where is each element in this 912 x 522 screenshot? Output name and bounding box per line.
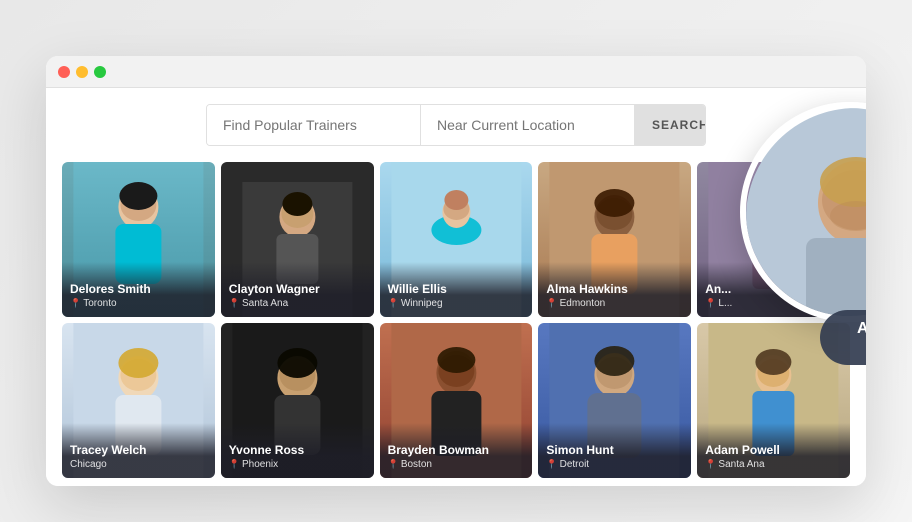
trainer-card-1[interactable]: Delores Smith 📍 Toronto (62, 162, 215, 317)
trainer-name-10: Adam Powell (705, 443, 842, 457)
featured-trainer-name: Andy Wells (840, 320, 866, 338)
pin-icon-8: 📍 (388, 459, 399, 470)
pin-icon-9: 📍 (546, 459, 557, 470)
trainer-location-8: 📍 Boston (388, 459, 525, 470)
trainer-location-6: Chicago (70, 459, 207, 470)
trainer-location-10: 📍 Santa Ana (705, 459, 842, 470)
pin-icon-1: 📍 (70, 298, 81, 309)
pin-icon-7: 📍 (229, 459, 240, 470)
trainer-card-3[interactable]: Willie Ellis 📍 Winnipeg (380, 162, 533, 317)
pin-icon-10: 📍 (705, 459, 716, 470)
featured-pin-icon: 📍 (864, 341, 866, 355)
trainer-location-4: 📍 Edmonton (546, 298, 683, 309)
pin-icon-5: 📍 (705, 298, 716, 309)
trainer-card-9[interactable]: Simon Hunt 📍 Detroit (538, 323, 691, 478)
trainer-card-7[interactable]: Yvonne Ross 📍 Phoenix (221, 323, 374, 478)
trainer-name-9: Simon Hunt (546, 443, 683, 457)
trainer-name-2: Clayton Wagner (229, 282, 366, 296)
trainer-name-8: Brayden Bowman (388, 443, 525, 457)
pin-icon-2: 📍 (229, 298, 240, 309)
trainer-card-6[interactable]: Tracey Welch Chicago (62, 323, 215, 478)
card-overlay-8: Brayden Bowman 📍 Boston (380, 423, 533, 478)
close-button[interactable] (58, 66, 70, 78)
pin-icon-4: 📍 (546, 298, 557, 309)
near-input[interactable] (421, 105, 634, 145)
trainer-name-6: Tracey Welch (70, 443, 207, 457)
search-bar: SEARCH (206, 104, 706, 146)
card-overlay-7: Yvonne Ross 📍 Phoenix (221, 423, 374, 478)
trainer-name-7: Yvonne Ross (229, 443, 366, 457)
card-overlay-1: Delores Smith 📍 Toronto (62, 262, 215, 317)
trainer-name-4: Alma Hawkins (546, 282, 683, 296)
card-overlay-4: Alma Hawkins 📍 Edmonton (538, 262, 691, 317)
trainer-card-2[interactable]: Clayton Wagner 📍 Santa Ana (221, 162, 374, 317)
browser-window: SEARCH (46, 56, 866, 486)
featured-trainer-location: 📍 Edmonton (840, 341, 866, 355)
card-overlay-6: Tracey Welch Chicago (62, 423, 215, 478)
trainer-location-3: 📍 Winnipeg (388, 298, 525, 309)
trainer-name-3: Willie Ellis (388, 282, 525, 296)
card-overlay-2: Clayton Wagner 📍 Santa Ana (221, 262, 374, 317)
card-overlay-9: Simon Hunt 📍 Detroit (538, 423, 691, 478)
row-1: Delores Smith 📍 Toronto (62, 162, 850, 317)
trainer-location-1: 📍 Toronto (70, 298, 207, 309)
trainer-location-7: 📍 Phoenix (229, 459, 366, 470)
cards-container: Delores Smith 📍 Toronto (62, 162, 850, 478)
row-2: Tracey Welch Chicago (62, 323, 850, 478)
browser-content: SEARCH (46, 88, 866, 486)
card-overlay-3: Willie Ellis 📍 Winnipeg (380, 262, 533, 317)
browser-titlebar (46, 56, 866, 88)
trainer-location-9: 📍 Detroit (546, 459, 683, 470)
trainer-card-4[interactable]: Alma Hawkins 📍 Edmonton (538, 162, 691, 317)
search-button[interactable]: SEARCH (634, 105, 706, 145)
maximize-button[interactable] (94, 66, 106, 78)
minimize-button[interactable] (76, 66, 88, 78)
featured-label[interactable]: Andy Wells 📍 Edmonton (820, 310, 866, 365)
trainer-card-8[interactable]: Brayden Bowman 📍 Boston (380, 323, 533, 478)
trainer-name-1: Delores Smith (70, 282, 207, 296)
find-input[interactable] (207, 105, 421, 145)
card-overlay-10: Adam Powell 📍 Santa Ana (697, 423, 850, 478)
pin-icon-3: 📍 (388, 298, 399, 309)
trainer-location-2: 📍 Santa Ana (229, 298, 366, 309)
